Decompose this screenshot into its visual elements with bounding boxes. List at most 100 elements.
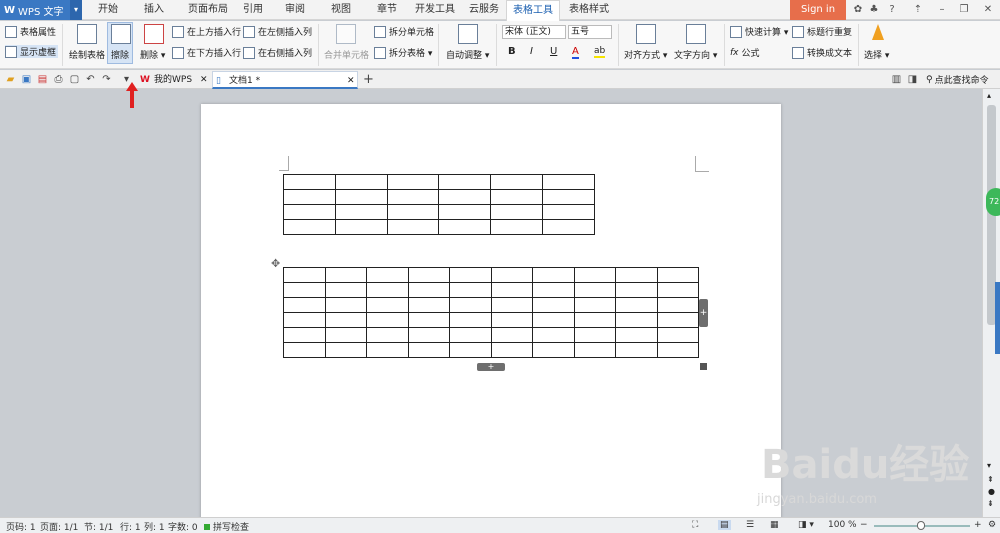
table-cell[interactable]: [490, 312, 533, 328]
skin-icon[interactable]: ✿: [850, 2, 866, 18]
side-panel-toggle[interactable]: [995, 282, 1000, 354]
table-cell[interactable]: [532, 267, 575, 283]
new-tab-icon[interactable]: +: [362, 73, 375, 86]
table-cell[interactable]: [656, 282, 699, 298]
table-cell[interactable]: [366, 342, 409, 358]
full-screen-icon[interactable]: ⛶: [692, 520, 698, 530]
insert-row-below-button[interactable]: 在下方插入行: [172, 46, 241, 59]
table-cell[interactable]: [438, 174, 492, 190]
undo-icon[interactable]: ↶: [84, 73, 97, 86]
align-button[interactable]: 对齐方式 ▾: [624, 48, 667, 61]
table-cell[interactable]: [573, 342, 616, 358]
print-preview-icon[interactable]: ▢: [68, 73, 81, 86]
minimize-icon[interactable]: –: [934, 2, 950, 18]
tab-insert[interactable]: 插入: [134, 0, 174, 20]
page-view-icon[interactable]: ▤: [718, 520, 731, 530]
table-cell[interactable]: [283, 312, 326, 328]
header-repeat-button[interactable]: 标题行重复: [792, 25, 852, 38]
table-cell[interactable]: [438, 189, 492, 205]
tab-page-layout[interactable]: 页面布局: [180, 0, 236, 20]
table-cell[interactable]: [386, 189, 440, 205]
table-cell[interactable]: [283, 189, 336, 205]
table-cell[interactable]: [407, 267, 450, 283]
table-cell[interactable]: [573, 312, 616, 328]
table-cell[interactable]: [366, 312, 409, 328]
table-cell[interactable]: [490, 174, 544, 190]
table-cell[interactable]: [324, 327, 367, 343]
table-cell[interactable]: [283, 267, 326, 283]
web-view-icon[interactable]: ▦: [770, 520, 779, 530]
add-row-handle[interactable]: +: [477, 363, 505, 371]
table-cell[interactable]: [283, 282, 326, 298]
table-cell[interactable]: [283, 219, 336, 235]
table-2[interactable]: [283, 267, 699, 358]
table-cell[interactable]: [532, 342, 575, 358]
table-cell[interactable]: [656, 312, 699, 328]
bold-button[interactable]: B: [508, 46, 516, 57]
table-cell[interactable]: [324, 297, 367, 313]
table-cell[interactable]: [615, 297, 658, 313]
table-cell[interactable]: [366, 282, 409, 298]
table-cell[interactable]: [407, 297, 450, 313]
table-cell[interactable]: [532, 282, 575, 298]
tab-table-tools[interactable]: 表格工具: [506, 0, 560, 21]
insert-col-left-button[interactable]: 在左侧插入列: [243, 25, 312, 38]
table-cell[interactable]: [366, 327, 409, 343]
table-cell[interactable]: [449, 312, 492, 328]
next-page-icon[interactable]: ⇟: [987, 499, 994, 508]
table-resize-handle[interactable]: [700, 363, 707, 370]
command-search[interactable]: ⚲ 点此查找命令: [926, 73, 989, 87]
table-cell[interactable]: [532, 297, 575, 313]
table-cell[interactable]: [542, 219, 595, 235]
app-menu-button[interactable]: W WPS 文字 ▾: [0, 0, 82, 20]
export-pdf-icon[interactable]: ▤: [36, 73, 49, 86]
italic-button[interactable]: I: [530, 46, 533, 57]
auto-fit-button[interactable]: 自动调整 ▾: [446, 48, 489, 61]
scroll-down-icon[interactable]: ▾: [987, 461, 991, 470]
zoom-out-icon[interactable]: −: [860, 520, 868, 530]
close-tab-icon[interactable]: ✕: [347, 72, 355, 90]
tab-references[interactable]: 引用: [238, 0, 268, 20]
tab-start[interactable]: 开始: [88, 0, 128, 20]
split-table-button[interactable]: 拆分表格 ▾: [374, 46, 432, 59]
add-column-handle[interactable]: +: [699, 299, 708, 327]
table-cell[interactable]: [615, 282, 658, 298]
underline-button[interactable]: U: [550, 46, 557, 57]
table-cell[interactable]: [615, 327, 658, 343]
table-cell[interactable]: [324, 312, 367, 328]
table-cell[interactable]: [542, 189, 595, 205]
table-cell[interactable]: [615, 342, 658, 358]
table-cell[interactable]: [573, 327, 616, 343]
font-family-select[interactable]: 宋体 (正文): [502, 25, 566, 39]
table-cell[interactable]: [656, 342, 699, 358]
redo-icon[interactable]: ↷: [100, 73, 113, 86]
table-cell[interactable]: [656, 267, 699, 283]
convert-to-text-button[interactable]: 转换成文本: [792, 46, 852, 59]
eye-protect-icon[interactable]: ◨ ▾: [798, 520, 814, 530]
select-button[interactable]: 选择 ▾: [864, 48, 889, 61]
zoom-in-icon[interactable]: +: [974, 520, 982, 530]
font-size-select[interactable]: 五号: [568, 25, 612, 39]
tab-view[interactable]: 视图: [326, 0, 356, 20]
prev-page-icon[interactable]: ⇞: [987, 475, 994, 484]
table-cell[interactable]: [449, 327, 492, 343]
table-cell[interactable]: [615, 312, 658, 328]
table-cell[interactable]: [366, 267, 409, 283]
table-cell[interactable]: [490, 189, 544, 205]
table-cell[interactable]: [283, 297, 326, 313]
table-cell[interactable]: [386, 219, 440, 235]
table-cell[interactable]: [490, 267, 533, 283]
table-move-handle-icon[interactable]: ✥: [271, 257, 280, 270]
table-cell[interactable]: [283, 327, 326, 343]
settings-icon[interactable]: ⚙: [988, 520, 996, 530]
table-1[interactable]: [283, 174, 595, 235]
table-cell[interactable]: [490, 219, 544, 235]
table-cell[interactable]: [324, 342, 367, 358]
table-cell[interactable]: [407, 312, 450, 328]
outline-view-icon[interactable]: ☰: [746, 520, 754, 530]
table-cell[interactable]: [438, 204, 492, 220]
share-icon[interactable]: ◨: [906, 73, 919, 86]
table-cell[interactable]: [542, 204, 595, 220]
table-cell[interactable]: [334, 204, 388, 220]
restore-ribbon-icon[interactable]: ⇡: [910, 2, 926, 18]
